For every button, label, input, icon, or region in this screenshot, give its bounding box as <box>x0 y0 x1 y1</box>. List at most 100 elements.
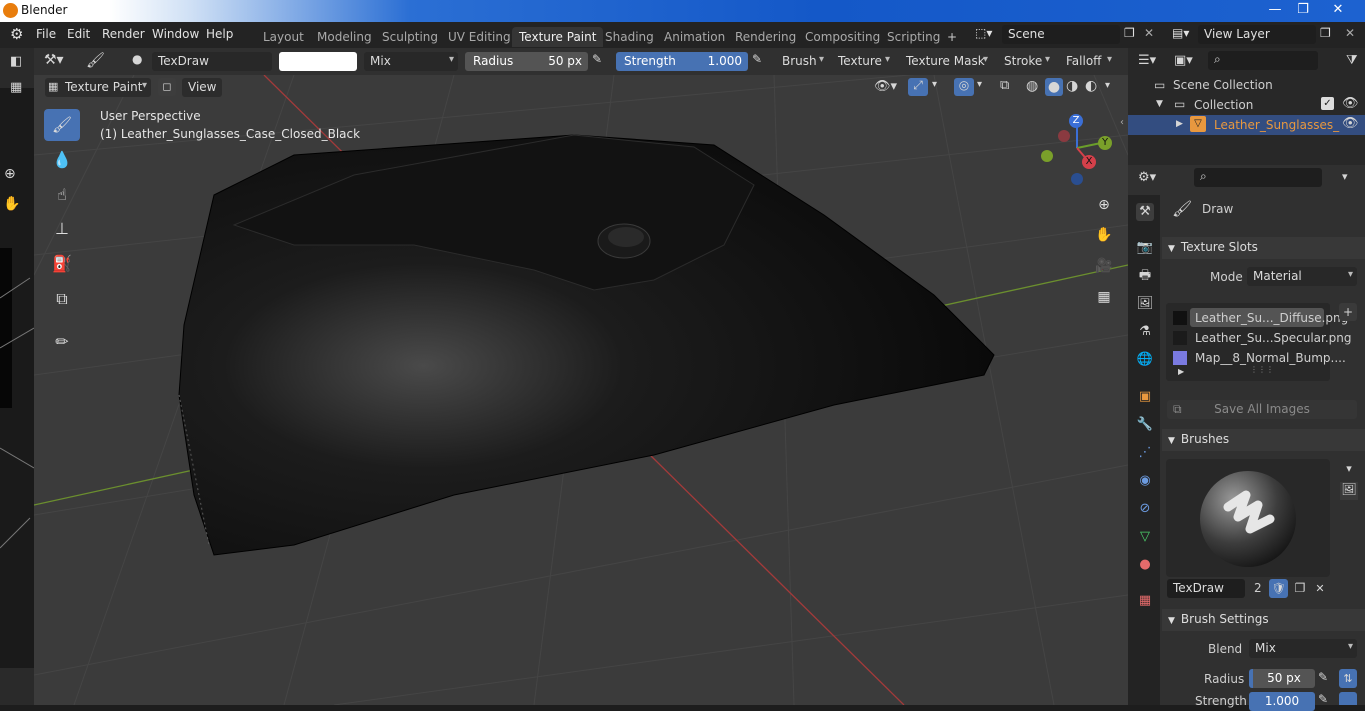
brush-blend-dropdown[interactable]: Mix ▾ <box>1249 639 1357 658</box>
unlink-brush-icon[interactable]: ✕ <box>1311 579 1329 598</box>
axis-x-icon[interactable]: X <box>1082 155 1096 169</box>
delete-view-layer-icon[interactable]: ✕ <box>1345 26 1355 40</box>
texture-dropdown[interactable]: Texture ▾ <box>832 52 894 71</box>
tab-sculpting[interactable]: Sculpting <box>375 27 445 47</box>
zoom-view-icon[interactable]: ⊕ <box>1092 193 1116 217</box>
stroke-dropdown[interactable]: Stroke ▾ <box>998 52 1054 71</box>
brush-fake-user-icon[interactable]: ● <box>132 52 142 66</box>
tab-texture-paint[interactable]: Texture Paint <box>512 27 604 47</box>
mode-dropdown[interactable]: Texture Paint ▾ <box>45 78 151 97</box>
mask-tool[interactable]: ⧉ <box>44 283 80 315</box>
brush-icon[interactable]: 🖌 <box>86 51 105 69</box>
tab-modeling[interactable]: Modeling <box>310 27 379 47</box>
collection-checkbox[interactable]: ✓ <box>1321 97 1334 110</box>
soften-tool[interactable]: 💧 <box>44 144 80 176</box>
strength-pressure-icon[interactable]: ✎ <box>752 52 762 66</box>
shading-solid-icon[interactable]: ● <box>1045 78 1063 96</box>
xray-toggle-icon[interactable]: ⧉ <box>1000 78 1009 93</box>
brush-image-icon[interactable]: 🖼 <box>1340 482 1358 500</box>
gizmo-toggle-icon[interactable]: ⤢ <box>908 78 928 96</box>
slot-mode-dropdown[interactable]: Material ▾ <box>1247 267 1357 286</box>
new-view-layer-icon[interactable]: ❐ <box>1320 26 1331 40</box>
tab-shading[interactable]: Shading <box>598 27 661 47</box>
view-menu[interactable]: View <box>182 78 222 97</box>
brush-dropdown[interactable]: Brush ▾ <box>776 52 828 71</box>
outliner-search-input[interactable]: ⌕ <box>1208 51 1318 70</box>
menu-help[interactable]: Help <box>206 27 233 41</box>
brush-radius-slider[interactable]: 50 px <box>1249 669 1315 688</box>
texture-slot-normal[interactable]: Map__8_Normal_Bump.... <box>1195 351 1346 365</box>
tab-compositing[interactable]: Compositing <box>798 27 887 47</box>
axis-y-icon[interactable]: Y <box>1098 136 1112 150</box>
properties-search-input[interactable]: ⌕ <box>1194 168 1322 187</box>
scene-tab-icon[interactable]: ⚗ <box>1136 323 1154 341</box>
menu-render[interactable]: Render <box>102 27 145 41</box>
output-tab-icon[interactable]: 🖶 <box>1136 267 1154 285</box>
overlay-toggle-icon[interactable]: ◎ <box>954 78 974 96</box>
axis-z-icon[interactable]: Z <box>1069 114 1083 128</box>
tab-scripting[interactable]: Scripting <box>880 27 947 47</box>
texture-tab-icon[interactable]: ▦ <box>1136 592 1154 610</box>
clone-tool[interactable]: ⊥ <box>44 213 80 245</box>
draw-tool[interactable]: 🖌 <box>44 109 80 141</box>
pan-view-icon[interactable]: ✋ <box>1092 223 1116 247</box>
view-layer-tab-icon[interactable]: 🖼 <box>1136 295 1154 313</box>
radius-unit-toggle-icon[interactable]: ⇅ <box>1339 669 1357 688</box>
brushes-panel-header[interactable]: ▼ Brushes <box>1162 429 1365 451</box>
gizmo-dropdown-icon[interactable]: ▾ <box>932 79 937 90</box>
checker-icon[interactable]: ▦ <box>10 80 22 95</box>
brush-strength-pressure-icon[interactable]: ✎ <box>1318 692 1328 706</box>
texture-mask-dropdown[interactable]: Texture Mask ▾ <box>900 52 992 71</box>
blend-dropdown[interactable]: Mix ▾ <box>364 52 458 71</box>
tab-uv-editing[interactable]: UV Editing <box>441 27 518 47</box>
overlay-dropdown-icon[interactable]: ▾ <box>977 79 982 90</box>
blender-menu-icon[interactable]: ⚙ <box>10 25 23 43</box>
camera-view-icon[interactable]: 🎥 <box>1092 254 1116 278</box>
color-swatch[interactable] <box>279 52 357 71</box>
slot-list-resize-handle[interactable]: ⋮⋮⋮ <box>1250 365 1274 374</box>
tool-settings-icon[interactable]: ⚒▾ <box>44 52 64 68</box>
display-mode-icon[interactable]: ▣▾ <box>1174 53 1193 68</box>
texture-slot-specular[interactable]: Leather_Su...Specular.png <box>1195 331 1352 345</box>
brush-list-dropdown-icon[interactable]: ▾ <box>1340 462 1358 480</box>
collection-visibility-icon[interactable]: 👁 <box>1342 96 1359 111</box>
tab-layout[interactable]: Layout <box>256 27 311 47</box>
radius-pressure-icon[interactable]: ✎ <box>592 52 602 66</box>
brush-users-count[interactable]: 2 <box>1254 581 1262 595</box>
brush-name-field[interactable]: TexDraw <box>152 52 272 71</box>
fake-user-shield-icon[interactable]: 🛡 <box>1269 579 1288 598</box>
fill-tool[interactable]: ⛽ <box>44 248 80 280</box>
object-tab-icon[interactable]: ▣ <box>1136 388 1154 406</box>
add-workspace-button[interactable]: + <box>940 27 964 47</box>
collection-label[interactable]: Collection <box>1194 98 1253 112</box>
falloff-dropdown[interactable]: Falloff ▾ <box>1060 52 1116 71</box>
scene-icon[interactable]: ⬚▾ <box>975 26 992 40</box>
brush-strength-slider[interactable]: 1.000 <box>1249 692 1315 711</box>
tab-rendering[interactable]: Rendering <box>728 27 803 47</box>
paint-mask-toggle[interactable]: ◻ <box>158 78 176 96</box>
physics-tab-icon[interactable]: ◉ <box>1136 472 1154 490</box>
editor-type-icon[interactable]: ◧ <box>10 54 22 69</box>
close-button[interactable]: ✕ <box>1323 0 1353 20</box>
menu-file[interactable]: File <box>36 27 56 41</box>
hand-icon[interactable]: ✋ <box>3 196 20 212</box>
slot-list-expand-icon[interactable]: ▶ <box>1178 367 1184 376</box>
delete-scene-icon[interactable]: ✕ <box>1144 26 1154 40</box>
shading-wireframe-icon[interactable]: ◍ <box>1026 78 1038 94</box>
shading-material-icon[interactable]: ◑ <box>1066 78 1078 94</box>
menu-edit[interactable]: Edit <box>67 27 90 41</box>
tool-tab-icon[interactable]: ⚒ <box>1136 203 1154 221</box>
world-tab-icon[interactable]: 🌐 <box>1136 351 1154 369</box>
new-scene-icon[interactable]: ❐ <box>1124 26 1135 40</box>
object-visibility-icon[interactable]: 👁 <box>1342 116 1359 131</box>
scene-field[interactable]: Scene <box>1002 25 1120 44</box>
texture-slot-diffuse[interactable]: Leather_Su..._Diffuse.png <box>1195 311 1348 325</box>
minimize-button[interactable]: — <box>1260 0 1290 20</box>
duplicate-brush-icon[interactable]: ❐ <box>1291 579 1309 598</box>
data-tab-icon[interactable]: ▽ <box>1136 528 1154 546</box>
brush-settings-panel-header[interactable]: ▼ Brush Settings <box>1162 609 1365 631</box>
radius-slider[interactable]: Radius 50 px <box>465 52 588 71</box>
zoom-icon[interactable]: ⊕ <box>4 166 16 182</box>
object-expand-icon[interactable]: ▶ <box>1176 119 1183 129</box>
object-label[interactable]: Leather_Sunglasses_ <box>1214 118 1339 132</box>
